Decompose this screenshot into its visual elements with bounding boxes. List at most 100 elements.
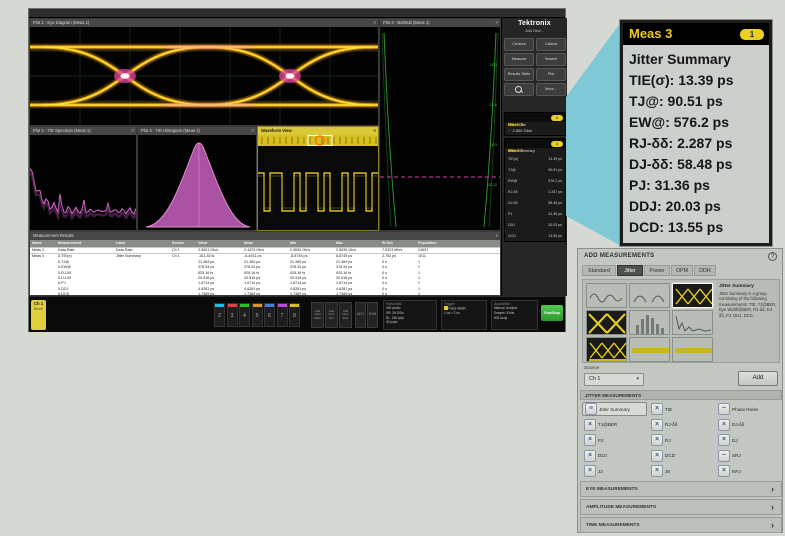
- channel-8-button[interactable]: 8: [289, 303, 300, 327]
- measurement-label: DJ-δδ: [732, 422, 744, 427]
- channel-number: 7: [278, 307, 287, 325]
- trigger-detail: 1 ns < 2 ns: [442, 311, 486, 316]
- meas3-callout: Meas 3 1 Jitter SummaryTIE(σ): 13.39 psT…: [620, 20, 772, 246]
- dvm-button[interactable]: DVM: [367, 302, 378, 328]
- column-header: St Dev: [380, 240, 416, 247]
- channel-3-button[interactable]: 3: [227, 303, 238, 327]
- channel-5-button[interactable]: 5: [252, 303, 263, 327]
- measurement-dj[interactable]: ×DJ: [716, 433, 781, 447]
- measurement-npj[interactable]: ×NPJ: [716, 464, 781, 478]
- thumbnail-eye-large[interactable]: [586, 310, 627, 335]
- measurement-label: DDJ: [598, 453, 607, 458]
- measurement-pj[interactable]: ×PJ: [582, 433, 647, 447]
- close-icon[interactable]: ×: [373, 19, 376, 27]
- plot-title-bar[interactable]: Waveform View ×: [258, 127, 378, 135]
- close-icon[interactable]: ×: [131, 127, 134, 135]
- channel-1-badge[interactable]: Ch 1 50 mV: [31, 300, 46, 330]
- callout-button[interactable]: Callout: [536, 38, 566, 51]
- channel-2-button[interactable]: 2: [214, 303, 225, 327]
- plot-title-bar[interactable]: Plot 2 - TIE Spectrum (Meas 1) ×: [30, 127, 136, 135]
- column-header: Measurement: [56, 240, 114, 247]
- thumbnail-spectrum[interactable]: [672, 310, 713, 335]
- cursors-button[interactable]: Cursors: [504, 38, 534, 51]
- more-button[interactable]: More...: [536, 83, 566, 96]
- results-title-bar[interactable]: Measurement Results ×: [30, 232, 500, 240]
- channel-6-button[interactable]: 6: [264, 303, 275, 327]
- close-icon[interactable]: ×: [373, 127, 376, 135]
- acquisition-settings-panel[interactable]: Acquisition Manual, AnalyzeSample: 8 bit…: [491, 300, 538, 330]
- ber-tick: 1E-12: [488, 183, 497, 187]
- meas3-badge[interactable]: Meas 3 1 Jitter Summary TIE(σ)13.39 psTJ…: [504, 138, 566, 242]
- plot-title-bar[interactable]: Plot 1 - Eye Diagram (Meas 1) ×: [30, 19, 378, 27]
- measurement-j9[interactable]: ×J9: [649, 464, 714, 478]
- table-row[interactable]: Meas 2Data RateData RateCh 12.5001 Gb/s2…: [30, 247, 500, 253]
- measurement-tj-ber[interactable]: ×TJ@BER: [582, 418, 647, 432]
- plot-title-bar[interactable]: Plot 4 - Bathtub (Meas 1) ×: [380, 19, 500, 27]
- x-eye-icon: ×: [584, 419, 596, 431]
- x-eye-icon: ×: [651, 419, 663, 431]
- measurement-srj[interactable]: ~SRJ: [716, 449, 781, 463]
- channel-number: 4: [240, 307, 249, 325]
- add-new-label[interactable]: Add New...: [502, 29, 567, 33]
- thumbnail-trace[interactable]: [586, 283, 627, 308]
- callout-line: TIE(σ): 13.39 ps: [629, 70, 767, 91]
- source-select[interactable]: Ch 1 ▾: [584, 373, 644, 386]
- meas2-badge[interactable]: Meas 2 1 Data Rate ✓ 2.500 Gb/s: [504, 112, 566, 136]
- tab-opm[interactable]: OPM: [671, 265, 693, 276]
- search-button[interactable]: Search: [536, 53, 566, 66]
- thumbnail-eye-small[interactable]: [586, 337, 627, 362]
- measure-button[interactable]: Measure: [504, 53, 534, 66]
- channel-7-button[interactable]: 7: [277, 303, 288, 327]
- measurement-dj-[interactable]: ×DJ-δδ: [716, 418, 781, 432]
- measurement-rj[interactable]: ×RJ: [649, 433, 714, 447]
- callout-count-badge: 1: [740, 29, 764, 40]
- chevron-right-icon: ›: [771, 482, 774, 497]
- tab-power[interactable]: Power: [644, 265, 670, 276]
- add-new-ref-button[interactable]: Add New Ref: [325, 302, 338, 328]
- zoom-button[interactable]: [504, 83, 534, 96]
- results-table-button[interactable]: Results Table: [504, 68, 534, 81]
- plot-title: Plot 2 - TIE Spectrum (Meas 1): [33, 128, 91, 133]
- ber-tick: 1E-9: [490, 143, 497, 147]
- thumbnail-eye[interactable]: [672, 283, 713, 308]
- measurement-phase-noise[interactable]: ~Phase Noise: [716, 402, 781, 416]
- measurement-tie[interactable]: ×TIE: [649, 402, 714, 416]
- plot-title-bar[interactable]: Plot 3 - TIE Histogram (Meas 1) ×: [138, 127, 256, 135]
- badge-count: 1: [551, 141, 563, 147]
- afg-button[interactable]: AFG: [355, 302, 366, 328]
- x-eye-icon: ×: [718, 419, 730, 431]
- close-icon[interactable]: ×: [495, 232, 498, 240]
- measurement-j2[interactable]: ×J2: [582, 464, 647, 478]
- run-stop-button[interactable]: Run/Stop: [541, 305, 563, 321]
- measurement-dcd[interactable]: ×DCD: [649, 449, 714, 463]
- measurement-jitter-summary[interactable]: ≡Jitter Summary: [582, 402, 647, 416]
- measurement-ddj[interactable]: ×DDJ: [582, 449, 647, 463]
- callout-line: RJ-δδ: 2.287 ps: [629, 133, 767, 154]
- thumbnail-histogram[interactable]: [629, 310, 670, 335]
- measurement-rj-[interactable]: ×RJ-δδ: [649, 418, 714, 432]
- section-time-measurements[interactable]: TIME MEASUREMENTS›: [580, 517, 782, 533]
- tab-standard[interactable]: Standard: [582, 265, 616, 276]
- section-amplitude-measurements[interactable]: AMPLITUDE MEASUREMENTS›: [580, 499, 782, 515]
- measurement-label: TJ@BER: [598, 422, 617, 427]
- plot-title: Plot 1 - Eye Diagram (Meas 1): [33, 20, 89, 25]
- stat-label: EW@: [508, 176, 517, 187]
- close-icon[interactable]: ×: [495, 19, 498, 27]
- trigger-settings-panel[interactable]: Trigger Pulse Width 1 ns < 2 ns: [441, 300, 487, 330]
- add-new-math-button[interactable]: Add New Math: [311, 302, 324, 328]
- plot-button[interactable]: Plot: [536, 68, 566, 81]
- tab-ddr[interactable]: DDR: [694, 265, 716, 276]
- help-icon[interactable]: ?: [768, 252, 777, 261]
- thumbnail-strip[interactable]: [629, 337, 670, 362]
- close-icon[interactable]: ×: [251, 127, 254, 135]
- thumbnail-curves[interactable]: [629, 283, 670, 308]
- add-button[interactable]: Add: [738, 371, 778, 386]
- section-eye-measurements[interactable]: EYE MEASUREMENTS›: [580, 481, 782, 497]
- callout-line: DCD: 13.55 ps: [629, 217, 767, 238]
- thumbnail-strip[interactable]: [672, 337, 713, 362]
- horizontal-settings-panel[interactable]: Horizontal 400 ps/divSR: 25 GS/sRL: 250 …: [383, 300, 437, 330]
- tab-jitter[interactable]: Jitter: [617, 265, 643, 276]
- add-new-bus-button[interactable]: Add New Bus: [339, 302, 352, 328]
- channel-4-button[interactable]: 4: [239, 303, 250, 327]
- callout-header: Meas 3 1: [623, 23, 769, 45]
